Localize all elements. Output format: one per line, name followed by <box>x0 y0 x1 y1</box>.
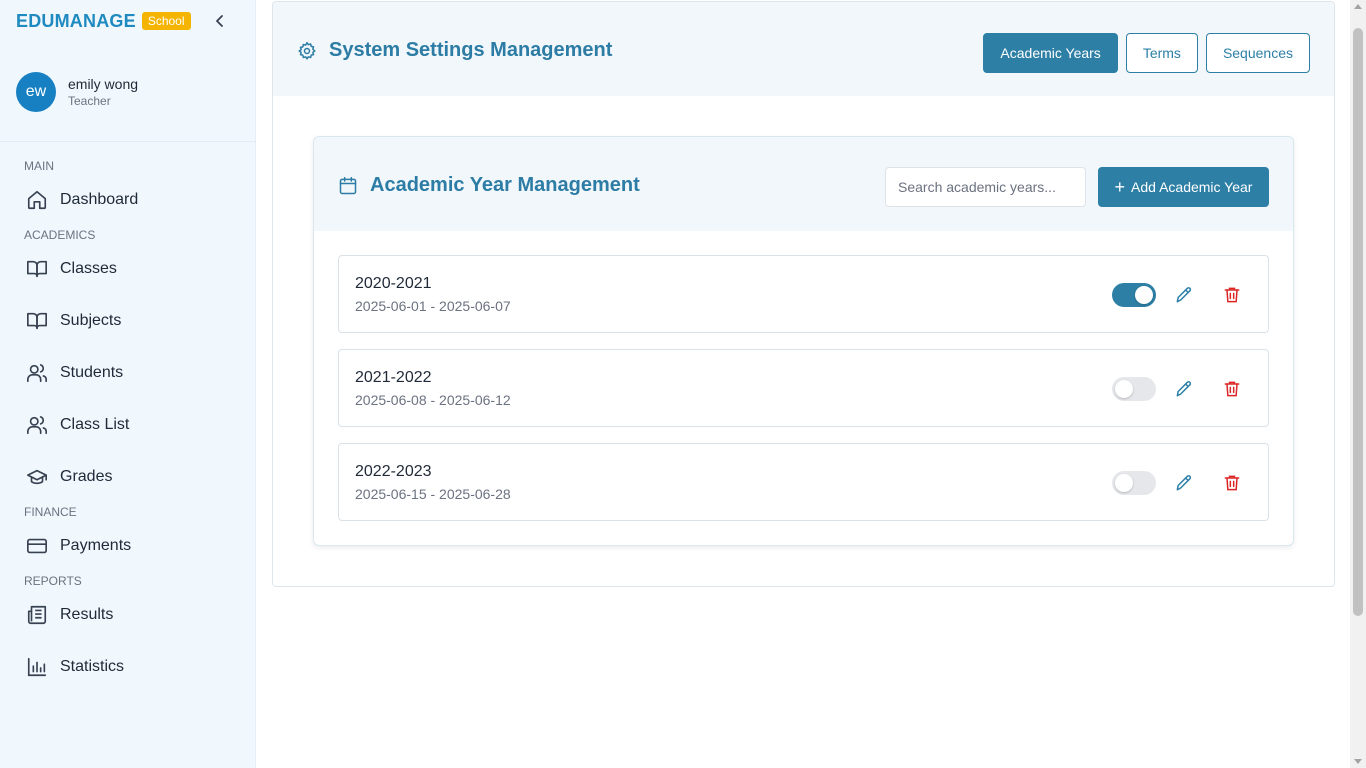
sidebar-item-classes[interactable]: Classes <box>0 249 255 289</box>
school-badge: School <box>141 12 191 30</box>
sidebar-item-students[interactable]: Students <box>0 353 255 393</box>
academic-year-dates: 2025-06-01 - 2025-06-07 <box>355 298 511 314</box>
user-role: Teacher <box>68 93 111 108</box>
add-academic-year-label: Add Academic Year <box>1131 179 1253 195</box>
users-icon <box>27 416 47 435</box>
search-input[interactable] <box>885 167 1086 207</box>
tab-terms[interactable]: Terms <box>1125 33 1198 73</box>
sidebar-item-grades[interactable]: Grades <box>0 457 255 497</box>
academic-year-card: Academic Year Management + Add Academic … <box>313 136 1294 546</box>
brand-logo: EDUMANAGE <box>16 10 136 31</box>
sidebar: EDUMANAGE School ew emily wong Teacher M… <box>0 0 256 768</box>
add-academic-year-button[interactable]: + Add Academic Year <box>1098 167 1269 207</box>
active-toggle[interactable] <box>1112 377 1156 401</box>
sidebar-item-label: Grades <box>60 468 113 485</box>
toggle-knob <box>1135 286 1153 304</box>
user-name: emily wong <box>68 75 139 92</box>
main-content: System Settings Management Academic Year… <box>256 0 1350 768</box>
chevron-left-icon[interactable] <box>212 13 228 29</box>
academic-year-name: 2020-2021 <box>355 275 432 292</box>
academic-year-dates: 2025-06-08 - 2025-06-12 <box>355 392 511 408</box>
academic-year-name: 2022-2023 <box>355 463 432 480</box>
toggle-knob <box>1115 474 1133 492</box>
bar-chart-icon <box>27 657 47 677</box>
scrollbar[interactable] <box>1350 0 1366 768</box>
list-item: 2020-2021 2025-06-01 - 2025-06-07 <box>338 255 1269 333</box>
home-icon <box>27 190 47 210</box>
tab-sequences[interactable]: Sequences <box>1205 33 1310 73</box>
sidebar-item-label: Subjects <box>60 312 122 329</box>
sidebar-item-subjects[interactable]: Subjects <box>0 301 255 341</box>
sidebar-item-label: Dashboard <box>60 191 139 208</box>
sidebar-item-label: Class List <box>60 416 130 433</box>
sidebar-item-dashboard[interactable]: Dashboard <box>0 180 255 220</box>
academic-year-card-header: Academic Year Management + Add Academic … <box>314 137 1293 231</box>
book-open-icon <box>27 260 47 278</box>
plus-icon: + <box>1114 177 1126 197</box>
sidebar-item-statistics[interactable]: Statistics <box>0 647 255 687</box>
section-label-main: MAIN <box>24 159 54 173</box>
pencil-icon[interactable] <box>1174 285 1194 305</box>
academic-year-dates: 2025-06-15 - 2025-06-28 <box>355 486 511 502</box>
gear-icon <box>298 41 316 60</box>
credit-card-icon <box>27 538 47 554</box>
user-profile: ew emily wong Teacher <box>0 42 255 142</box>
active-toggle[interactable] <box>1112 471 1156 495</box>
sidebar-item-results[interactable]: Results <box>0 595 255 635</box>
trash-icon[interactable] <box>1222 473 1242 493</box>
book-open-icon <box>27 312 47 330</box>
settings-header: System Settings Management Academic Year… <box>273 2 1334 96</box>
sidebar-item-class-list[interactable]: Class List <box>0 405 255 445</box>
section-label-academics: ACADEMICS <box>24 228 96 242</box>
graduation-cap-icon <box>27 469 47 485</box>
section-label-reports: REPORTS <box>24 574 82 588</box>
sidebar-item-label: Results <box>60 606 114 623</box>
sidebar-item-label: Statistics <box>60 658 125 675</box>
pencil-icon[interactable] <box>1174 379 1194 399</box>
page-title: System Settings Management <box>329 39 613 61</box>
academic-year-name: 2021-2022 <box>355 369 432 386</box>
scroll-thumb[interactable] <box>1353 28 1363 616</box>
newspaper-icon <box>27 605 47 625</box>
scroll-down-arrow-icon[interactable] <box>1354 759 1362 764</box>
section-title: Academic Year Management <box>370 174 640 196</box>
sidebar-item-label: Classes <box>60 260 117 277</box>
users-icon <box>27 364 47 383</box>
avatar: ew <box>16 71 56 112</box>
active-toggle[interactable] <box>1112 283 1156 307</box>
pencil-icon[interactable] <box>1174 473 1194 493</box>
section-label-finance: FINANCE <box>24 505 77 519</box>
scroll-up-arrow-icon[interactable] <box>1354 4 1362 9</box>
settings-panel: System Settings Management Academic Year… <box>272 1 1335 587</box>
list-item: 2021-2022 2025-06-08 - 2025-06-12 <box>338 349 1269 427</box>
toggle-knob <box>1115 380 1133 398</box>
brand-row: EDUMANAGE School <box>0 0 255 42</box>
tab-academic-years[interactable]: Academic Years <box>983 33 1118 73</box>
sidebar-item-payments[interactable]: Payments <box>0 526 255 566</box>
sidebar-item-label: Students <box>60 364 124 381</box>
trash-icon[interactable] <box>1222 285 1242 305</box>
list-item: 2022-2023 2025-06-15 - 2025-06-28 <box>338 443 1269 521</box>
trash-icon[interactable] <box>1222 379 1242 399</box>
settings-tabs: Academic Years Terms Sequences <box>975 33 1310 73</box>
calendar-icon <box>339 176 357 194</box>
sidebar-item-label: Payments <box>60 537 132 554</box>
